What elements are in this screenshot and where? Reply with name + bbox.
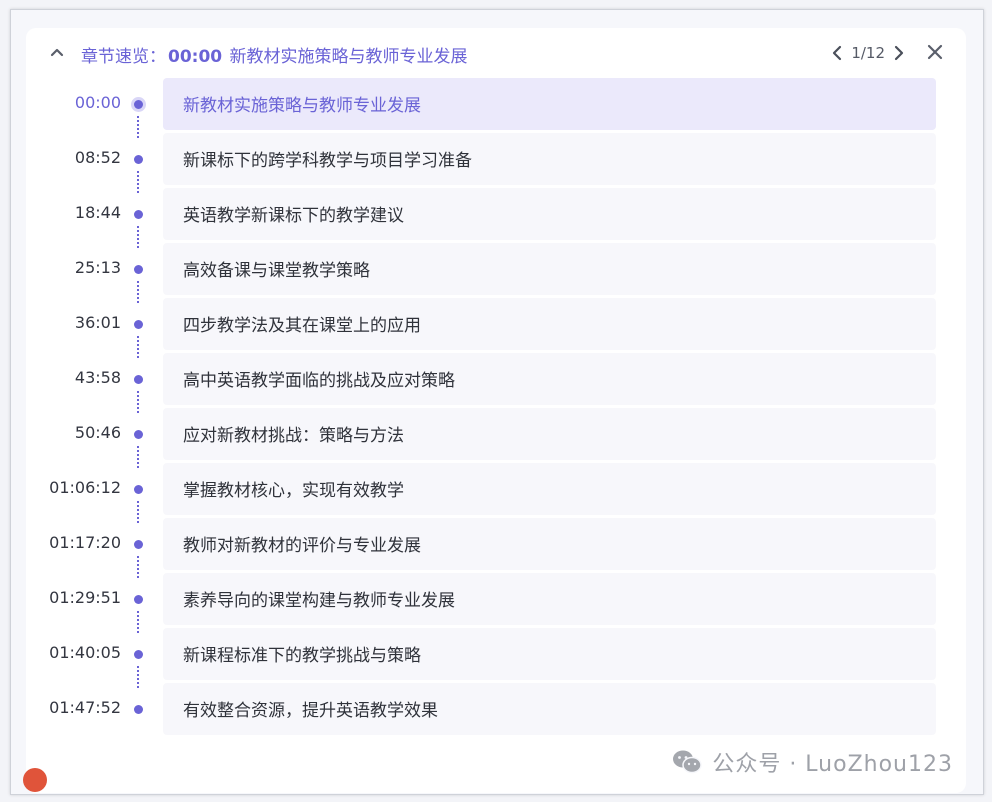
close-button[interactable]: [924, 41, 946, 63]
page-indicator: 1/12: [851, 44, 885, 62]
chapter-title: 新教材实施策略与教师专业发展: [183, 96, 421, 116]
chapter-time[interactable]: 01:40:05: [49, 643, 121, 662]
watermark: 公众号 · LuoZhou123: [672, 746, 953, 778]
timeline-dot: [134, 650, 143, 659]
close-icon: [927, 44, 943, 60]
chapter-overview-panel: 章节速览： 00:00 新教材实施策略与教师专业发展 1/12 00:00 新教…: [26, 28, 966, 793]
chapter-row: 01:06:12 掌握教材核心，实现有效教学: [26, 463, 966, 523]
chapter-time[interactable]: 43:58: [75, 368, 121, 387]
watermark-text: 公众号 · LuoZhou123: [712, 752, 953, 777]
window-frame: 章节速览： 00:00 新教材实施策略与教师专业发展 1/12 00:00 新教…: [10, 9, 984, 795]
chapter-row: 01:47:52 有效整合资源，提升英语教学效果: [26, 683, 966, 738]
panel-header: 章节速览： 00:00 新教材实施策略与教师专业发展 1/12: [26, 28, 966, 78]
chevron-left-icon: [833, 45, 842, 61]
timeline-dot: [134, 705, 143, 714]
chapter-item[interactable]: 高效备课与课堂教学策略: [163, 243, 936, 295]
chapter-title: 掌握教材核心，实现有效教学: [183, 481, 404, 501]
timeline-dot: [134, 430, 143, 439]
timeline-dot: [131, 97, 146, 112]
timeline-dot: [134, 210, 143, 219]
next-page-button[interactable]: [890, 43, 908, 63]
chapter-item[interactable]: 高中英语教学面临的挑战及应对策略: [163, 353, 936, 405]
chapter-title: 四步教学法及其在课堂上的应用: [183, 316, 421, 336]
chapter-time[interactable]: 01:17:20: [49, 533, 121, 552]
chapter-title: 新课标下的跨学科教学与项目学习准备: [183, 151, 472, 171]
avatar: [23, 768, 47, 792]
chapter-title: 高效备课与课堂教学策略: [183, 261, 370, 281]
chapter-row: 43:58 高中英语教学面临的挑战及应对策略: [26, 353, 966, 413]
chapter-row: 01:40:05 新课程标准下的教学挑战与策略: [26, 628, 966, 688]
chapter-list: 00:00 新教材实施策略与教师专业发展 08:52 新课标下的跨学科教学与项目…: [26, 78, 966, 738]
chapter-item[interactable]: 有效整合资源，提升英语教学效果: [163, 683, 936, 735]
timeline-dot: [134, 540, 143, 549]
chapter-title: 素养导向的课堂构建与教师专业发展: [183, 591, 455, 611]
chapter-time[interactable]: 01:29:51: [49, 588, 121, 607]
chapter-item[interactable]: 素养导向的课堂构建与教师专业发展: [163, 573, 936, 625]
header-title: 章节速览： 00:00 新教材实施策略与教师专业发展: [81, 42, 468, 67]
chapter-time[interactable]: 50:46: [75, 423, 121, 442]
chapter-row: 18:44 英语教学新课标下的教学建议: [26, 188, 966, 248]
chapter-time[interactable]: 01:06:12: [49, 478, 121, 497]
chapter-item[interactable]: 应对新教材挑战：策略与方法: [163, 408, 936, 460]
page-total: /12: [860, 44, 885, 62]
chapter-row: 01:17:20 教师对新教材的评价与专业发展: [26, 518, 966, 578]
chapter-row: 36:01 四步教学法及其在课堂上的应用: [26, 298, 966, 358]
chapter-row: 08:52 新课标下的跨学科教学与项目学习准备: [26, 133, 966, 193]
chapter-item[interactable]: 新课程标准下的教学挑战与策略: [163, 628, 936, 680]
chapter-pager: 1/12: [828, 41, 908, 65]
prev-page-button[interactable]: [828, 43, 846, 63]
chapter-item[interactable]: 掌握教材核心，实现有效教学: [163, 463, 936, 515]
chapter-item[interactable]: 新教材实施策略与教师专业发展: [163, 78, 936, 130]
chapter-row: 00:00 新教材实施策略与教师专业发展: [26, 78, 966, 138]
chapter-item[interactable]: 教师对新教材的评价与专业发展: [163, 518, 936, 570]
header-current-title: 新教材实施策略与教师专业发展: [229, 47, 468, 67]
collapse-button[interactable]: [46, 42, 68, 64]
header-prefix: 章节速览：: [81, 47, 166, 67]
chapter-title: 应对新教材挑战：策略与方法: [183, 426, 404, 446]
timeline-dot: [134, 265, 143, 274]
header-current-time: 00:00: [168, 47, 223, 67]
chevron-up-icon: [50, 48, 64, 57]
chapter-item[interactable]: 新课标下的跨学科教学与项目学习准备: [163, 133, 936, 185]
timeline-dot: [134, 485, 143, 494]
chapter-title: 教师对新教材的评价与专业发展: [183, 536, 421, 556]
chapter-time[interactable]: 18:44: [75, 203, 121, 222]
chapter-time[interactable]: 36:01: [75, 313, 121, 332]
chapter-title: 有效整合资源，提升英语教学效果: [183, 701, 438, 721]
chapter-title: 高中英语教学面临的挑战及应对策略: [183, 371, 455, 391]
page-current: 1: [851, 44, 861, 62]
timeline-dot: [134, 375, 143, 384]
wechat-icon: [673, 750, 703, 774]
chapter-row: 01:29:51 素养导向的课堂构建与教师专业发展: [26, 573, 966, 633]
chapter-time[interactable]: 00:00: [75, 93, 121, 112]
chapter-time[interactable]: 08:52: [75, 148, 121, 167]
chapter-item[interactable]: 英语教学新课标下的教学建议: [163, 188, 936, 240]
chapter-row: 50:46 应对新教材挑战：策略与方法: [26, 408, 966, 468]
timeline-dot: [134, 595, 143, 604]
chapter-title: 英语教学新课标下的教学建议: [183, 206, 404, 226]
chapter-time[interactable]: 01:47:52: [49, 698, 121, 717]
chapter-time[interactable]: 25:13: [75, 258, 121, 277]
chevron-right-icon: [894, 45, 904, 61]
chapter-item[interactable]: 四步教学法及其在课堂上的应用: [163, 298, 936, 350]
chapter-row: 25:13 高效备课与课堂教学策略: [26, 243, 966, 303]
chapter-title: 新课程标准下的教学挑战与策略: [183, 646, 421, 666]
timeline-dot: [134, 155, 143, 164]
timeline-dot: [134, 320, 143, 329]
